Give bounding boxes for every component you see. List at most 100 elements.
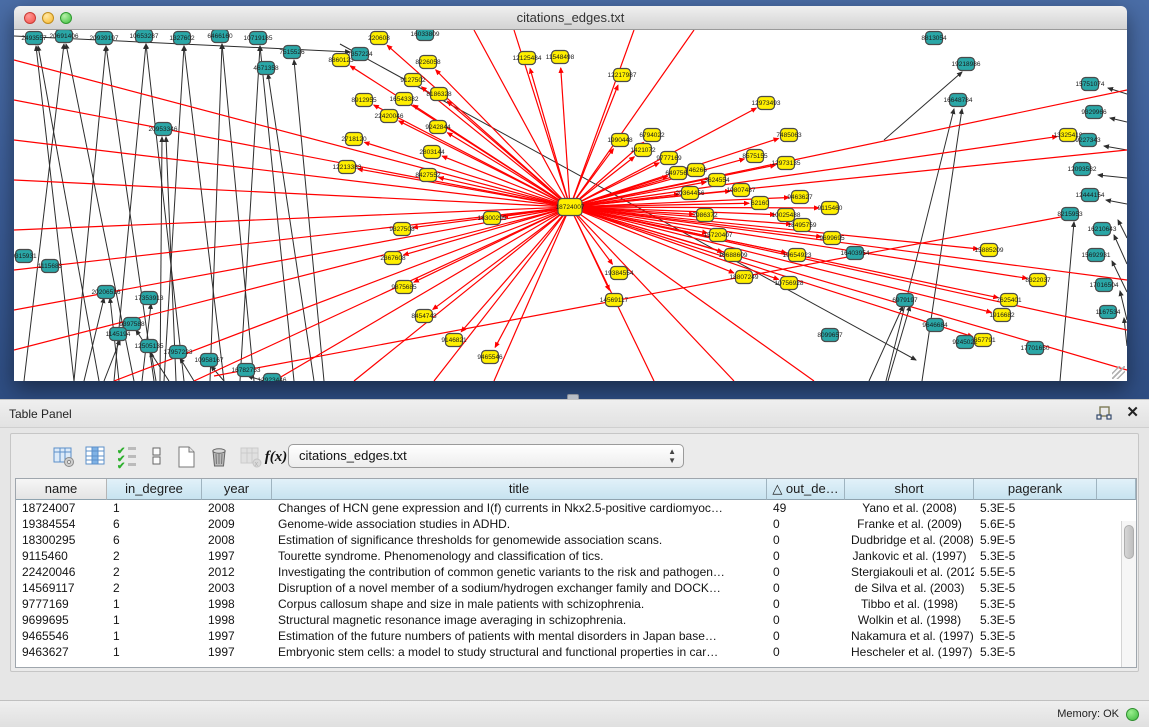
citation-edge-red[interactable] (570, 150, 1127, 207)
table-cell[interactable]: Hescheler et al. (1997) (845, 644, 974, 660)
citation-edge-red[interactable] (422, 87, 570, 207)
column-visibility-button[interactable] (83, 444, 109, 470)
column-header-name[interactable]: name (16, 479, 107, 500)
table-cell[interactable]: 1997 (202, 644, 272, 660)
table-cell[interactable]: 1 (107, 596, 202, 612)
create-column-button[interactable] (174, 444, 200, 470)
table-cell[interactable]: 0 (767, 628, 845, 644)
table-row[interactable]: 1938455462009Genome-wide association stu… (16, 516, 1136, 532)
table-cell[interactable]: 2 (107, 564, 202, 580)
table-cell[interactable]: 18300295 (16, 532, 107, 548)
table-cell[interactable]: 5.6E-5 (974, 516, 1097, 532)
table-cell[interactable]: 0 (767, 548, 845, 564)
vertical-scrollbar[interactable] (1121, 521, 1136, 667)
citation-edge-black[interactable] (1114, 235, 1127, 264)
citation-edge-red[interactable] (461, 207, 570, 332)
table-cell[interactable]: 0 (767, 516, 845, 532)
column-header-short[interactable]: short (845, 479, 974, 500)
citation-edge-black[interactable] (1060, 222, 1074, 381)
table-cell[interactable]: 1 (107, 500, 202, 516)
table-cell[interactable]: 1998 (202, 612, 272, 628)
table-options-button[interactable] (51, 444, 77, 470)
citation-edge-red[interactable] (354, 207, 570, 381)
table-cell[interactable]: Nakamura et al. (1997) (845, 628, 974, 644)
citation-edge-red[interactable] (364, 142, 570, 207)
table-row[interactable]: 1456911722003Disruption of a novel membe… (16, 580, 1136, 596)
column-header-out_de[interactable]: △ out_de… (767, 479, 845, 500)
table-cell[interactable]: Franke et al. (2009) (845, 516, 974, 532)
column-header-year[interactable]: year (202, 479, 272, 500)
table-cell[interactable]: Wolkin et al. (1998) (845, 612, 974, 628)
table-cell[interactable]: 2003 (202, 580, 272, 596)
table-cell[interactable]: 5.9E-5 (974, 532, 1097, 548)
table-cell[interactable]: 9777169 (16, 596, 107, 612)
window-titlebar[interactable]: citations_edges.txt (14, 6, 1127, 30)
table-cell[interactable]: Yano et al. (2008) (845, 500, 974, 516)
table-cell[interactable]: 0 (767, 532, 845, 548)
citation-edge-red[interactable] (561, 68, 570, 207)
citation-edge-black[interactable] (222, 44, 254, 381)
table-cell[interactable]: Genome-wide association studies in ADHD. (272, 516, 767, 532)
table-cell[interactable]: 1 (107, 628, 202, 644)
table-cell[interactable]: 1997 (202, 548, 272, 564)
table-row[interactable]: 1872400712008Changes of HCN gene express… (16, 500, 1136, 516)
table-cell[interactable]: Corpus callosum shape and size in male p… (272, 596, 767, 612)
network-canvas[interactable]: 2206088226058912750281863281654338288601… (14, 30, 1127, 381)
citation-edge-red[interactable] (439, 177, 570, 207)
table-cell[interactable]: 2012 (202, 564, 272, 580)
table-cell[interactable]: Jankovic et al. (1997) (845, 548, 974, 564)
table-cell[interactable]: 0 (767, 644, 845, 660)
citation-edge-black[interactable] (268, 74, 314, 381)
function-builder-button[interactable]: f(x) (263, 444, 289, 470)
citation-edge-black[interactable] (1110, 118, 1127, 122)
table-cell[interactable]: 5.3E-5 (974, 500, 1097, 516)
column-header-pagerank[interactable]: pagerank (974, 479, 1097, 500)
citation-edge-black[interactable] (210, 44, 222, 381)
table-cell[interactable]: 2009 (202, 516, 272, 532)
table-cell[interactable]: 2008 (202, 532, 272, 548)
citation-edge-black[interactable] (884, 72, 962, 140)
table-cell[interactable]: 9699695 (16, 612, 107, 628)
row-height-button[interactable] (144, 444, 170, 470)
citation-edge-red[interactable] (14, 180, 570, 207)
table-row[interactable]: 946554611997Estimation of the future num… (16, 628, 1136, 644)
citation-edge-black[interactable] (184, 46, 224, 381)
table-cell[interactable]: 9465546 (16, 628, 107, 644)
column-header-in_degree[interactable]: in_degree (107, 479, 202, 500)
table-row[interactable]: 969969511998Structural magnetic resonanc… (16, 612, 1136, 628)
table-row[interactable]: 911546021997Tourette syndrome. Phenomeno… (16, 548, 1136, 564)
citation-edge-black[interactable] (1098, 175, 1127, 178)
table-cell[interactable]: 9115460 (16, 548, 107, 564)
table-cell[interactable]: 9463627 (16, 644, 107, 660)
citation-edge-black[interactable] (166, 137, 176, 381)
table-cell[interactable]: Disruption of a novel member of a sodium… (272, 580, 767, 596)
citation-edge-black[interactable] (1118, 220, 1127, 238)
table-cell[interactable]: 18724007 (16, 500, 107, 516)
table-cell[interactable]: Structural magnetic resonance image aver… (272, 612, 767, 628)
citation-edge-black[interactable] (869, 306, 903, 381)
citation-edge-black[interactable] (146, 44, 184, 381)
citation-edge-black[interactable] (84, 298, 104, 381)
table-select-combobox[interactable]: citations_edges.txt ▲▼ (288, 444, 684, 468)
citation-edge-red[interactable] (495, 207, 570, 347)
table-cell[interactable]: 6 (107, 516, 202, 532)
citation-edge-black[interactable] (1120, 291, 1127, 320)
table-cell[interactable]: Embryonic stem cells: a model to study s… (272, 644, 767, 660)
citation-edge-black[interactable] (24, 44, 64, 381)
table-row[interactable]: 946362711997Embryonic stem cells: a mode… (16, 644, 1136, 660)
table-row[interactable]: 2242004622012Investigating the contribut… (16, 564, 1136, 580)
table-cell[interactable]: 5.5E-5 (974, 564, 1097, 580)
table-cell[interactable]: Stergiakouli et al. (2012) (845, 564, 974, 580)
select-columns-button[interactable]: ✔✔✔ (115, 444, 141, 470)
citation-edge-red[interactable] (570, 30, 694, 207)
citation-edge-red[interactable] (194, 207, 570, 381)
table-row[interactable]: 977716911998Corpus callosum shape and si… (16, 596, 1136, 612)
table-cell[interactable]: 5.3E-5 (974, 644, 1097, 660)
table-cell[interactable]: 0 (767, 564, 845, 580)
citation-network-graph[interactable]: 2206088226058912750281863281654338288601… (14, 30, 1127, 381)
table-cell[interactable]: 14569117 (16, 580, 107, 596)
table-cell[interactable]: Dudbridge et al. (2008) (845, 532, 974, 548)
table-cell[interactable]: Estimation of significance thresholds fo… (272, 532, 767, 548)
citation-edge-red[interactable] (494, 207, 570, 381)
table-cell[interactable]: 49 (767, 500, 845, 516)
